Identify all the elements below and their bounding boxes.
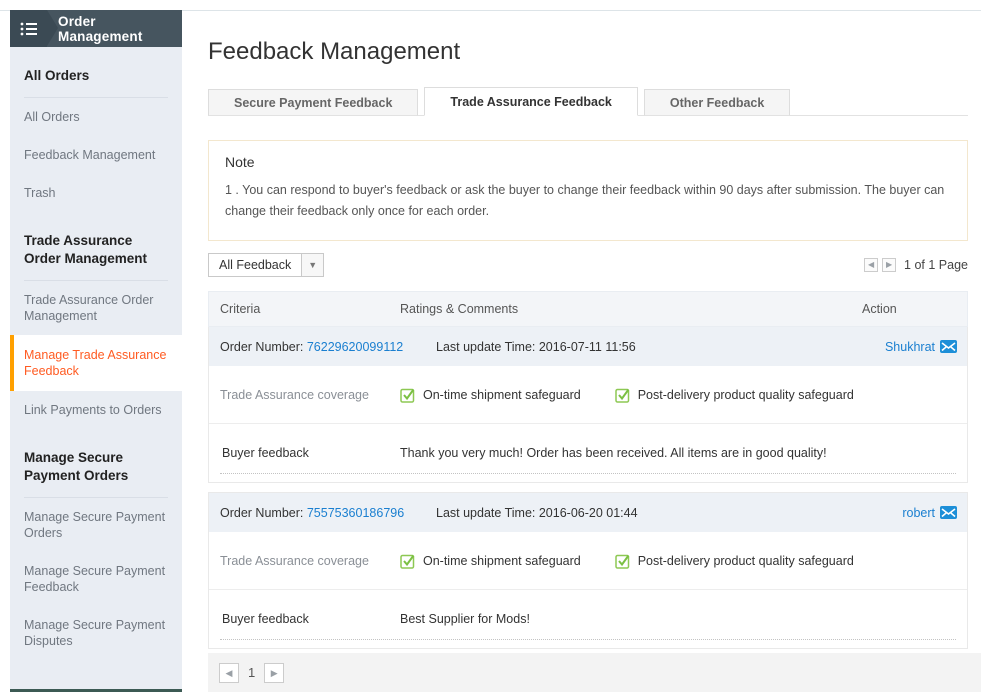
sidebar-item-all-orders[interactable]: All Orders bbox=[10, 98, 182, 136]
buyer-feedback-label: Buyer feedback bbox=[209, 612, 400, 626]
pagination-top: ◀ ▶ 1 of 1 Page bbox=[864, 258, 968, 272]
sidebar-header: Order Management bbox=[10, 10, 182, 47]
header-action: Action bbox=[862, 302, 967, 316]
last-update-value: 2016-06-20 01:44 bbox=[539, 506, 638, 520]
page-title: Feedback Management bbox=[208, 38, 968, 66]
header-ratings-comments: Ratings & Comments bbox=[400, 302, 862, 316]
green-check-icon bbox=[615, 553, 631, 569]
order-number-link[interactable]: 75575360186796 bbox=[307, 506, 404, 520]
coverage-items: On-time shipment safeguard Post-delivery… bbox=[400, 387, 967, 403]
coverage-item: Post-delivery product quality safeguard bbox=[615, 553, 854, 569]
coverage-row: Trade Assurance coverage On-time shipmen… bbox=[209, 366, 967, 424]
order-number-link[interactable]: 76229620099112 bbox=[307, 340, 403, 354]
message-icon[interactable] bbox=[940, 506, 957, 519]
order-number-label: Order Number: bbox=[220, 340, 303, 354]
coverage-item: Post-delivery product quality safeguard bbox=[615, 387, 854, 403]
sidebar-section-header: Trade Assurance Order Management bbox=[10, 216, 182, 280]
order-header-row: Order Number: 76229620099112 Last update… bbox=[209, 327, 967, 366]
coverage-row: Trade Assurance coverage On-time shipmen… bbox=[209, 532, 967, 590]
note-box: Note 1 . You can respond to buyer's feed… bbox=[208, 140, 968, 241]
order-group: Order Number: 75575360186796 Last update… bbox=[208, 492, 968, 649]
last-update-label: Last update Time: bbox=[436, 506, 535, 520]
order-group: Order Number: 76229620099112 Last update… bbox=[208, 327, 968, 483]
chevron-right-icon bbox=[47, 10, 58, 46]
order-action-cell: robert bbox=[857, 506, 967, 520]
coverage-label: Trade Assurance coverage bbox=[209, 554, 400, 568]
buyer-name-link[interactable]: Shukhrat bbox=[885, 340, 935, 354]
coverage-items: On-time shipment safeguard Post-delivery… bbox=[400, 553, 967, 569]
sidebar-item-link-payments-to-orders[interactable]: Link Payments to Orders bbox=[10, 391, 182, 429]
prev-page-button[interactable]: ◀ bbox=[864, 258, 878, 272]
message-icon[interactable] bbox=[940, 340, 957, 353]
order-header-row: Order Number: 75575360186796 Last update… bbox=[209, 493, 967, 532]
note-body: 1 . You can respond to buyer's feedback … bbox=[225, 180, 951, 222]
sidebar-item-manage-trade-assurance-feedback[interactable]: Manage Trade Assurance Feedback bbox=[10, 335, 182, 391]
buyer-feedback-label: Buyer feedback bbox=[209, 446, 400, 460]
main-content: Feedback Management Secure Payment Feedb… bbox=[208, 11, 968, 649]
dotted-divider bbox=[220, 639, 956, 640]
tab-other-feedback[interactable]: Other Feedback bbox=[644, 89, 790, 116]
sidebar-item-manage-secure-payment-disputes[interactable]: Manage Secure Payment Disputes bbox=[10, 606, 182, 660]
hamburger-menu-icon bbox=[20, 22, 38, 36]
order-number-cell: Order Number: 76229620099112 bbox=[209, 340, 400, 354]
tab-secure-payment-feedback[interactable]: Secure Payment Feedback bbox=[208, 89, 418, 116]
buyer-feedback-row: Buyer feedback Best Supplier for Mods! bbox=[209, 590, 967, 648]
sidebar-section-all-orders: All Orders All Orders Feedback Managemen… bbox=[10, 47, 182, 212]
prev-page-button[interactable]: ◀ bbox=[219, 663, 239, 683]
coverage-text: On-time shipment safeguard bbox=[423, 554, 581, 568]
order-number-cell: Order Number: 75575360186796 bbox=[209, 506, 400, 520]
sidebar-item-trade-assurance-order-management[interactable]: Trade Assurance Order Management bbox=[10, 281, 182, 335]
table-header-row: Criteria Ratings & Comments Action bbox=[208, 291, 968, 327]
coverage-text: Post-delivery product quality safeguard bbox=[638, 388, 854, 402]
coverage-item: On-time shipment safeguard bbox=[400, 387, 581, 403]
buyer-feedback-row: Buyer feedback Thank you very much! Orde… bbox=[209, 424, 967, 482]
buyer-name-link[interactable]: robert bbox=[902, 506, 935, 520]
page-indicator: 1 of 1 Page bbox=[904, 258, 968, 272]
feedback-filter-value: All Feedback bbox=[209, 254, 301, 276]
next-page-button[interactable]: ▶ bbox=[264, 663, 284, 683]
current-page-number[interactable]: 1 bbox=[248, 665, 255, 680]
sidebar-section-header: Manage Secure Payment Orders bbox=[10, 433, 182, 497]
sidebar-item-trash[interactable]: Trash bbox=[10, 174, 182, 212]
coverage-item: On-time shipment safeguard bbox=[400, 553, 581, 569]
coverage-label: Trade Assurance coverage bbox=[209, 388, 400, 402]
dotted-divider bbox=[220, 473, 956, 474]
coverage-text: Post-delivery product quality safeguard bbox=[638, 554, 854, 568]
order-number-label: Order Number: bbox=[220, 506, 303, 520]
last-update-cell: Last update Time: 2016-06-20 01:44 bbox=[400, 506, 857, 520]
order-action-cell: Shukhrat bbox=[857, 340, 967, 354]
buyer-feedback-text: Best Supplier for Mods! bbox=[400, 612, 967, 626]
sidebar: Order Management All Orders All Orders F… bbox=[10, 10, 182, 692]
menu-toggle-button[interactable] bbox=[10, 10, 47, 47]
green-check-icon bbox=[400, 553, 416, 569]
tab-bar: Secure Payment Feedback Trade Assurance … bbox=[208, 87, 968, 116]
sidebar-section-secure-payment: Manage Secure Payment Orders Manage Secu… bbox=[10, 429, 182, 660]
header-criteria: Criteria bbox=[209, 302, 400, 316]
next-page-button[interactable]: ▶ bbox=[882, 258, 896, 272]
page: Order Management All Orders All Orders F… bbox=[0, 0, 981, 692]
note-title: Note bbox=[225, 154, 951, 170]
green-check-icon bbox=[615, 387, 631, 403]
feedback-filter-dropdown[interactable]: All Feedback ▼ bbox=[208, 253, 324, 277]
sidebar-section-trade-assurance: Trade Assurance Order Management Trade A… bbox=[10, 212, 182, 429]
tab-trade-assurance-feedback[interactable]: Trade Assurance Feedback bbox=[424, 87, 637, 116]
sidebar-section-header: All Orders bbox=[10, 51, 182, 97]
chevron-down-icon: ▼ bbox=[301, 254, 323, 276]
sidebar-item-manage-secure-payment-feedback[interactable]: Manage Secure Payment Feedback bbox=[10, 552, 182, 606]
last-update-label: Last update Time: bbox=[436, 340, 535, 354]
coverage-text: On-time shipment safeguard bbox=[423, 388, 581, 402]
sidebar-item-feedback-management[interactable]: Feedback Management bbox=[10, 136, 182, 174]
last-update-value: 2016-07-11 11:56 bbox=[539, 340, 636, 354]
green-check-icon bbox=[400, 387, 416, 403]
buyer-feedback-text: Thank you very much! Order has been rece… bbox=[400, 446, 967, 460]
sidebar-item-manage-secure-payment-orders[interactable]: Manage Secure Payment Orders bbox=[10, 498, 182, 552]
last-update-cell: Last update Time: 2016-07-11 11:56 bbox=[400, 340, 857, 354]
filter-row: All Feedback ▼ ◀ ▶ 1 of 1 Page bbox=[208, 253, 968, 277]
feedback-table: Criteria Ratings & Comments Action Order… bbox=[208, 291, 968, 649]
pagination-bottom: ◀ 1 ▶ bbox=[208, 653, 981, 692]
sidebar-title: Order Management bbox=[58, 10, 182, 47]
